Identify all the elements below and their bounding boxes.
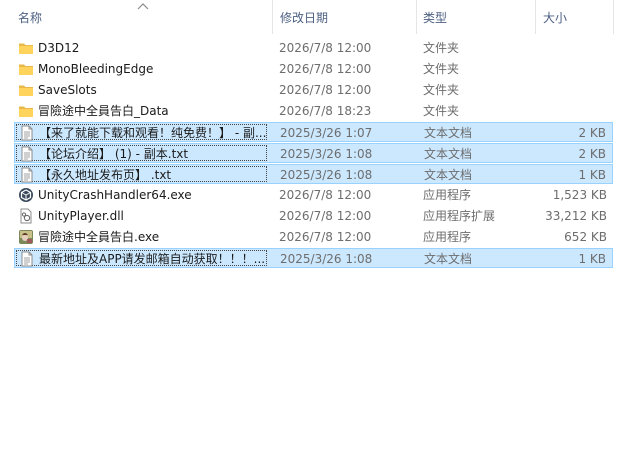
file-name: MonoBleedingEdge (38, 62, 154, 76)
column-header-size[interactable]: 大小 (543, 0, 567, 34)
file-type: 文件夹 (423, 41, 460, 55)
file-row[interactable]: MonoBleedingEdge 2026/7/8 12:00 文件夹 (14, 59, 613, 79)
file-size: 1 KB (578, 168, 606, 182)
file-modified-date: 2025/3/26 1:08 (280, 168, 373, 182)
file-type: 文件夹 (423, 62, 460, 76)
file-size: 33,212 KB (545, 209, 607, 223)
file-name: 【永久地址发布页】 .txt (39, 168, 172, 182)
file-row[interactable]: 【论坛介绍】 (1) - 副本.txt 2025/3/26 1:08 文本文档 2 K… (14, 143, 613, 163)
column-divider[interactable] (613, 0, 614, 34)
column-divider[interactable] (535, 0, 536, 34)
file-type: 文本文档 (424, 168, 473, 182)
game-exe-icon (18, 229, 34, 245)
file-row[interactable]: D3D12 2026/7/8 12:00 文件夹 (14, 38, 613, 58)
file-name: UnityCrashHandler64.exe (38, 188, 192, 202)
file-name: 冒險途中全員告白.exe (38, 230, 160, 244)
file-size: 1 KB (578, 252, 606, 266)
file-row[interactable]: SaveSlots 2026/7/8 12:00 文件夹 (14, 80, 613, 100)
file-modified-date: 2026/7/8 12:00 (279, 62, 372, 76)
file-size: 2 KB (578, 147, 606, 161)
file-size: 1,523 KB (552, 188, 607, 202)
sort-ascending-icon (137, 3, 149, 10)
text-file-icon (19, 146, 35, 162)
file-row[interactable]: UnityPlayer.dll 2026/7/8 12:00 应用程序扩展 33,21… (14, 206, 613, 226)
file-modified-date: 2025/3/26 1:08 (280, 147, 373, 161)
file-name: D3D12 (38, 41, 80, 55)
file-size: 2 KB (578, 126, 606, 140)
file-name: 最新地址及APP请发邮箱自动获取！！！... (39, 252, 266, 266)
file-row[interactable]: 冒險途中全員告白.exe 2026/7/8 12:00 应用程序 652 KB (14, 227, 613, 247)
file-type: 文本文档 (424, 147, 473, 161)
file-modified-date: 2025/3/26 1:07 (280, 126, 373, 140)
file-size: 652 KB (564, 230, 607, 244)
dll-file-icon (18, 208, 34, 224)
file-type: 文本文档 (424, 252, 473, 266)
file-row[interactable]: 最新地址及APP请发邮箱自动获取！！！... 2025/3/26 1:08 文本文档… (14, 248, 613, 268)
file-type: 应用程序 (423, 188, 472, 202)
file-row[interactable]: 【永久地址发布页】 .txt 2025/3/26 1:08 文本文档 1 KB (14, 164, 613, 184)
file-type: 应用程序扩展 (423, 209, 496, 223)
file-modified-date: 2026/7/8 18:23 (279, 104, 372, 118)
folder-icon (18, 103, 34, 119)
file-modified-date: 2026/7/8 12:00 (279, 230, 372, 244)
file-name: UnityPlayer.dll (38, 209, 124, 223)
column-header-type[interactable]: 类型 (423, 0, 447, 34)
file-modified-date: 2026/7/8 12:00 (279, 41, 372, 55)
column-header-name[interactable]: 名称 (18, 0, 42, 34)
text-file-icon (19, 125, 35, 141)
file-type: 文件夹 (423, 104, 460, 118)
column-divider[interactable] (416, 0, 417, 34)
file-name: 【论坛介绍】 (1) - 副本.txt (39, 147, 189, 161)
file-row[interactable]: UnityCrashHandler64.exe 2026/7/8 12:00 应用程… (14, 185, 613, 205)
file-modified-date: 2026/7/8 12:00 (279, 188, 372, 202)
file-name: 【来了就能下载和观看！纯免费！】 - 副... (39, 126, 267, 140)
file-row[interactable]: 冒險途中全員告白_Data 2026/7/8 18:23 文件夹 (14, 101, 613, 121)
folder-icon (18, 82, 34, 98)
file-type: 文本文档 (424, 126, 473, 140)
column-header-row: 名称 修改日期 类型 大小 (0, 0, 618, 34)
file-modified-date: 2026/7/8 12:00 (279, 209, 372, 223)
file-modified-date: 2025/3/26 1:08 (280, 252, 373, 266)
unity-exe-icon (18, 187, 34, 203)
folder-icon (18, 40, 34, 56)
text-file-icon (19, 167, 35, 183)
column-header-modified[interactable]: 修改日期 (280, 0, 328, 34)
column-divider[interactable] (272, 0, 273, 34)
file-row[interactable]: 【来了就能下载和观看！纯免费！】 - 副... 2025/3/26 1:07 文本文… (14, 122, 613, 142)
text-file-icon (19, 251, 35, 267)
folder-icon (18, 61, 34, 77)
file-type: 文件夹 (423, 83, 460, 97)
file-name: 冒險途中全員告白_Data (38, 104, 169, 118)
file-modified-date: 2026/7/8 12:00 (279, 83, 372, 97)
file-name: SaveSlots (38, 83, 97, 97)
file-type: 应用程序 (423, 230, 472, 244)
